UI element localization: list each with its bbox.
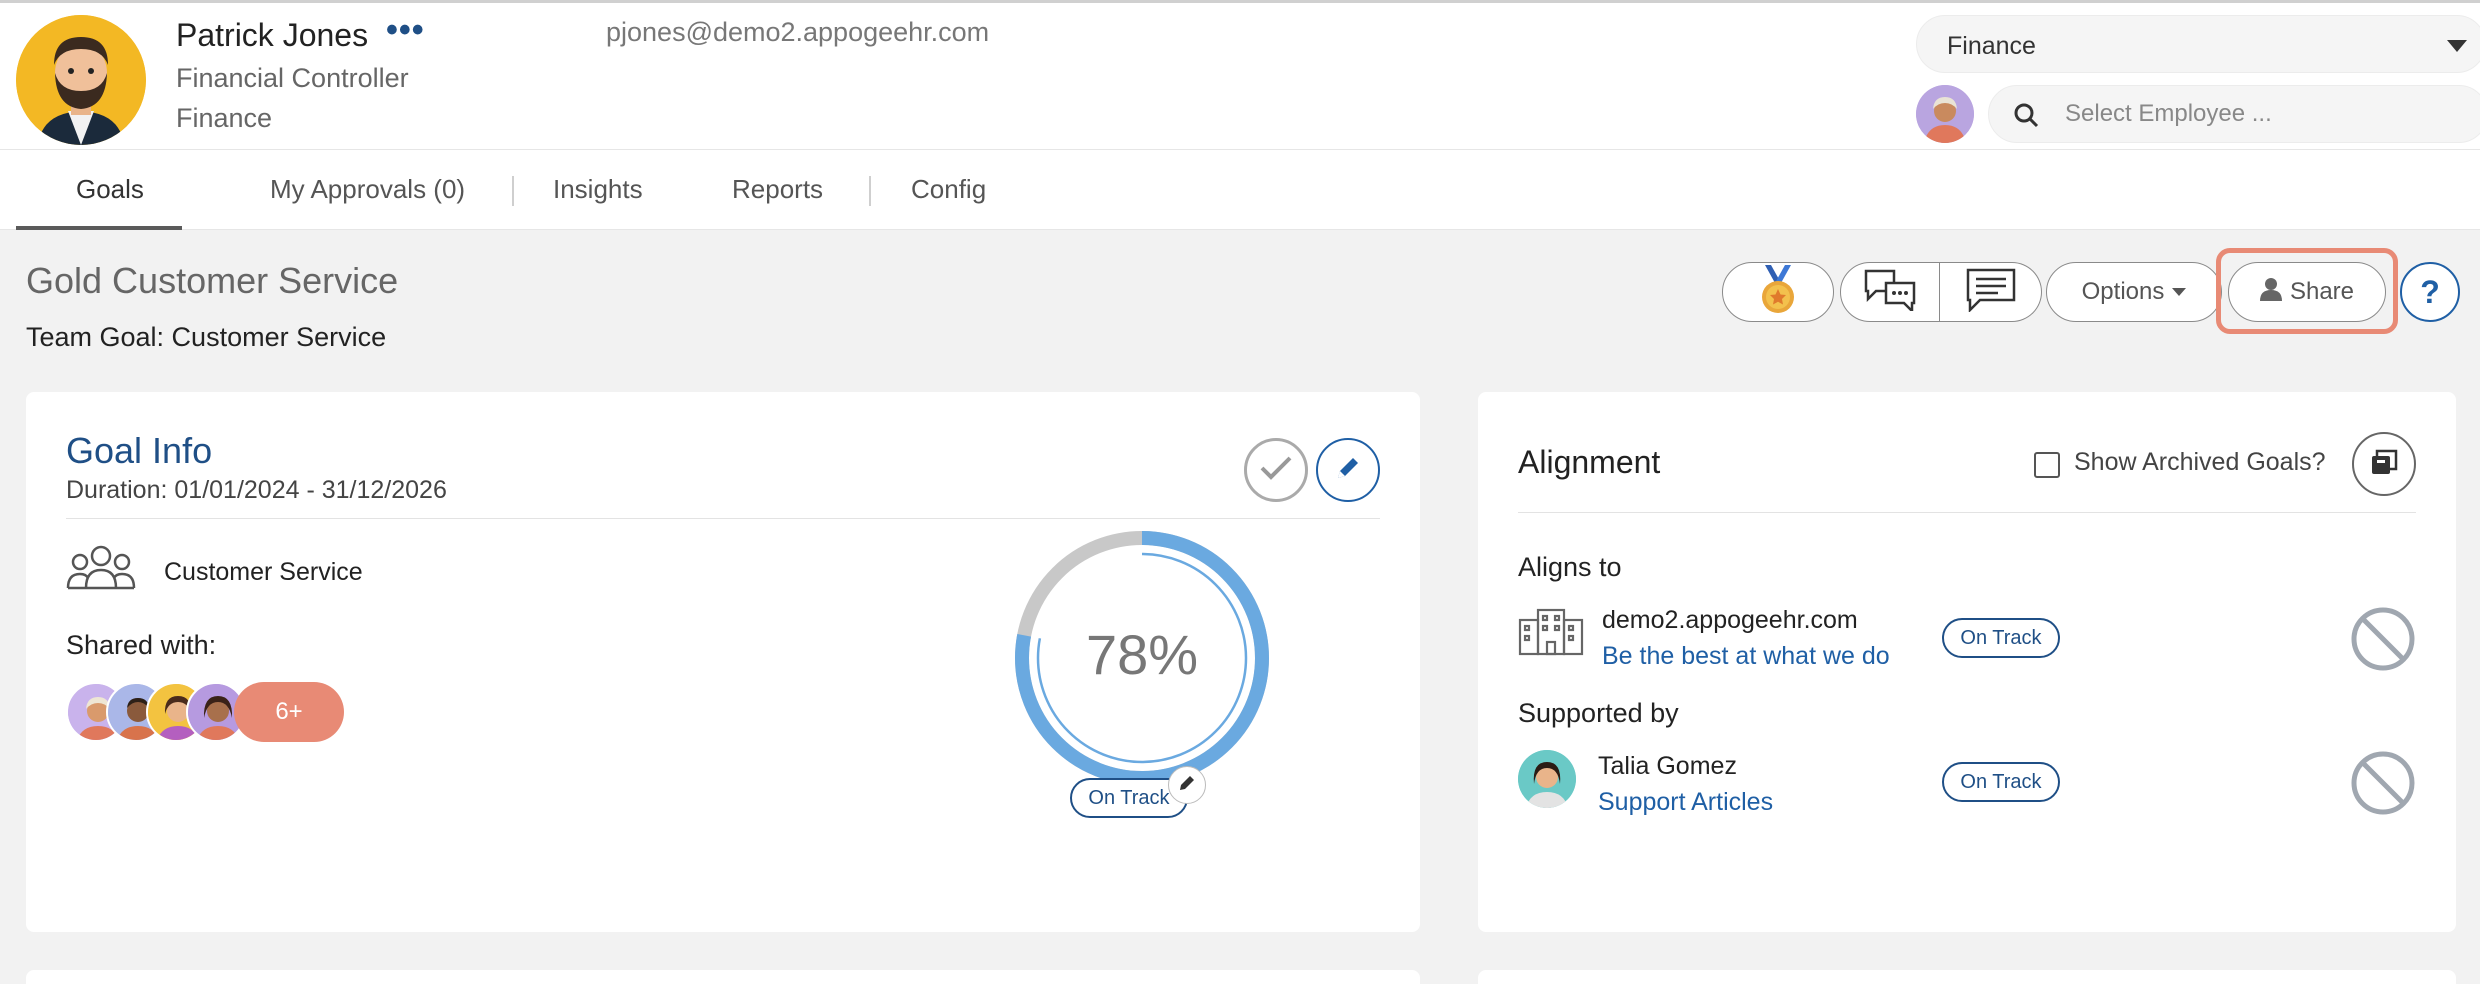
unlink-icon[interactable]: [2350, 606, 2416, 677]
share-label: Share: [2289, 278, 2355, 305]
team-icon: [66, 542, 136, 597]
user-name: Patrick Jones: [176, 17, 369, 53]
app-header: Patrick Jones ••• Financial Controller F…: [0, 0, 2480, 150]
comments-button[interactable]: [1940, 262, 2042, 322]
archive-button[interactable]: [2352, 432, 2416, 496]
next-card: [1478, 970, 2456, 984]
supported-by-label: Supported by: [1518, 698, 1679, 728]
tab-my-approvals[interactable]: My Approvals (0): [270, 174, 465, 205]
goal-info-card: Goal Info Duration: 01/01/2024 - 31/12/2…: [26, 392, 1420, 932]
next-card: [26, 970, 1420, 984]
share-button[interactable]: Share: [2228, 262, 2386, 322]
team-name: Customer Service: [164, 558, 363, 586]
aligned-goal-status-badge: On Track: [1942, 618, 2060, 658]
supporting-goal-owner: Talia Gomez: [1598, 752, 1737, 780]
user-department: Finance: [176, 103, 273, 133]
department-select-value: Finance: [1947, 32, 2036, 60]
chat-bubbles-icon: [1864, 269, 1916, 316]
main-tabs: Goals My Approvals (0) Insights Reports …: [0, 150, 2480, 230]
show-archived-label[interactable]: Show Archived Goals?: [2074, 448, 2326, 477]
options-dropdown[interactable]: Options: [2046, 262, 2222, 322]
page-subtitle: Team Goal: Customer Service: [26, 322, 387, 352]
aligned-goal-owner: demo2.appogeehr.com: [1602, 606, 1858, 634]
shared-with-label: Shared with:: [66, 630, 217, 660]
unlink-icon[interactable]: [2350, 750, 2416, 821]
aligns-to-label: Aligns to: [1518, 552, 1622, 582]
aligned-goal-link[interactable]: Be the best at what we do: [1602, 642, 1890, 671]
complete-goal-button[interactable]: [1244, 438, 1308, 502]
options-label: Options: [2081, 278, 2165, 305]
show-archived-checkbox[interactable]: [2034, 452, 2060, 478]
employee-avatar[interactable]: [1916, 85, 1974, 143]
award-button[interactable]: [1722, 262, 1834, 322]
help-button[interactable]: ?: [2400, 262, 2460, 322]
person-icon: [2259, 277, 2282, 308]
supporting-goal-status-badge: On Track: [1942, 762, 2060, 802]
goal-duration: Duration: 01/01/2024 - 31/12/2026: [66, 476, 447, 504]
pencil-icon: [1178, 774, 1196, 797]
alignment-title: Alignment: [1518, 444, 1661, 480]
shared-more-button[interactable]: 6+: [234, 682, 344, 742]
checkmark-icon: [1259, 454, 1293, 487]
supporting-goal-link[interactable]: Support Articles: [1598, 788, 1773, 817]
goal-info-title: Goal Info: [66, 430, 213, 471]
page-title: Gold Customer Service: [26, 260, 399, 301]
department-select[interactable]: Finance: [1916, 15, 2480, 73]
user-email: pjones@demo2.appogeehr.com: [606, 17, 990, 47]
edit-goal-button[interactable]: [1316, 438, 1380, 502]
divider: [1518, 512, 2416, 513]
tab-goals[interactable]: Goals: [76, 174, 144, 205]
building-icon: [1518, 608, 1584, 661]
tab-config[interactable]: Config: [911, 174, 986, 205]
user-job-title: Financial Controller: [176, 63, 409, 93]
user-avatar[interactable]: [16, 15, 146, 145]
caret-down-icon: [2172, 288, 2187, 296]
medal-icon: [1755, 264, 1801, 320]
active-tab-indicator: [16, 226, 182, 230]
avatar[interactable]: [1518, 750, 1576, 808]
shared-with-avatars: 6+: [66, 682, 366, 744]
tab-reports[interactable]: Reports: [732, 174, 823, 205]
tab-divider: [869, 176, 871, 206]
search-icon: [2013, 102, 2039, 133]
user-more-menu[interactable]: •••: [386, 11, 425, 50]
chevron-down-icon: [2447, 40, 2467, 52]
tab-divider: [512, 176, 514, 206]
alignment-card: Alignment Show Archived Goals? Aligns to…: [1478, 392, 2456, 932]
pencil-icon: [1334, 454, 1362, 487]
progress-percentage: 78%: [1085, 623, 1199, 686]
discussion-button[interactable]: [1840, 262, 1940, 322]
edit-status-button[interactable]: [1168, 766, 1206, 804]
employee-search[interactable]: [1988, 85, 2480, 143]
archive-icon: [2369, 447, 2399, 482]
tab-insights[interactable]: Insights: [553, 174, 643, 205]
comment-icon: [1966, 268, 2016, 317]
employee-search-input[interactable]: [2065, 94, 2465, 134]
